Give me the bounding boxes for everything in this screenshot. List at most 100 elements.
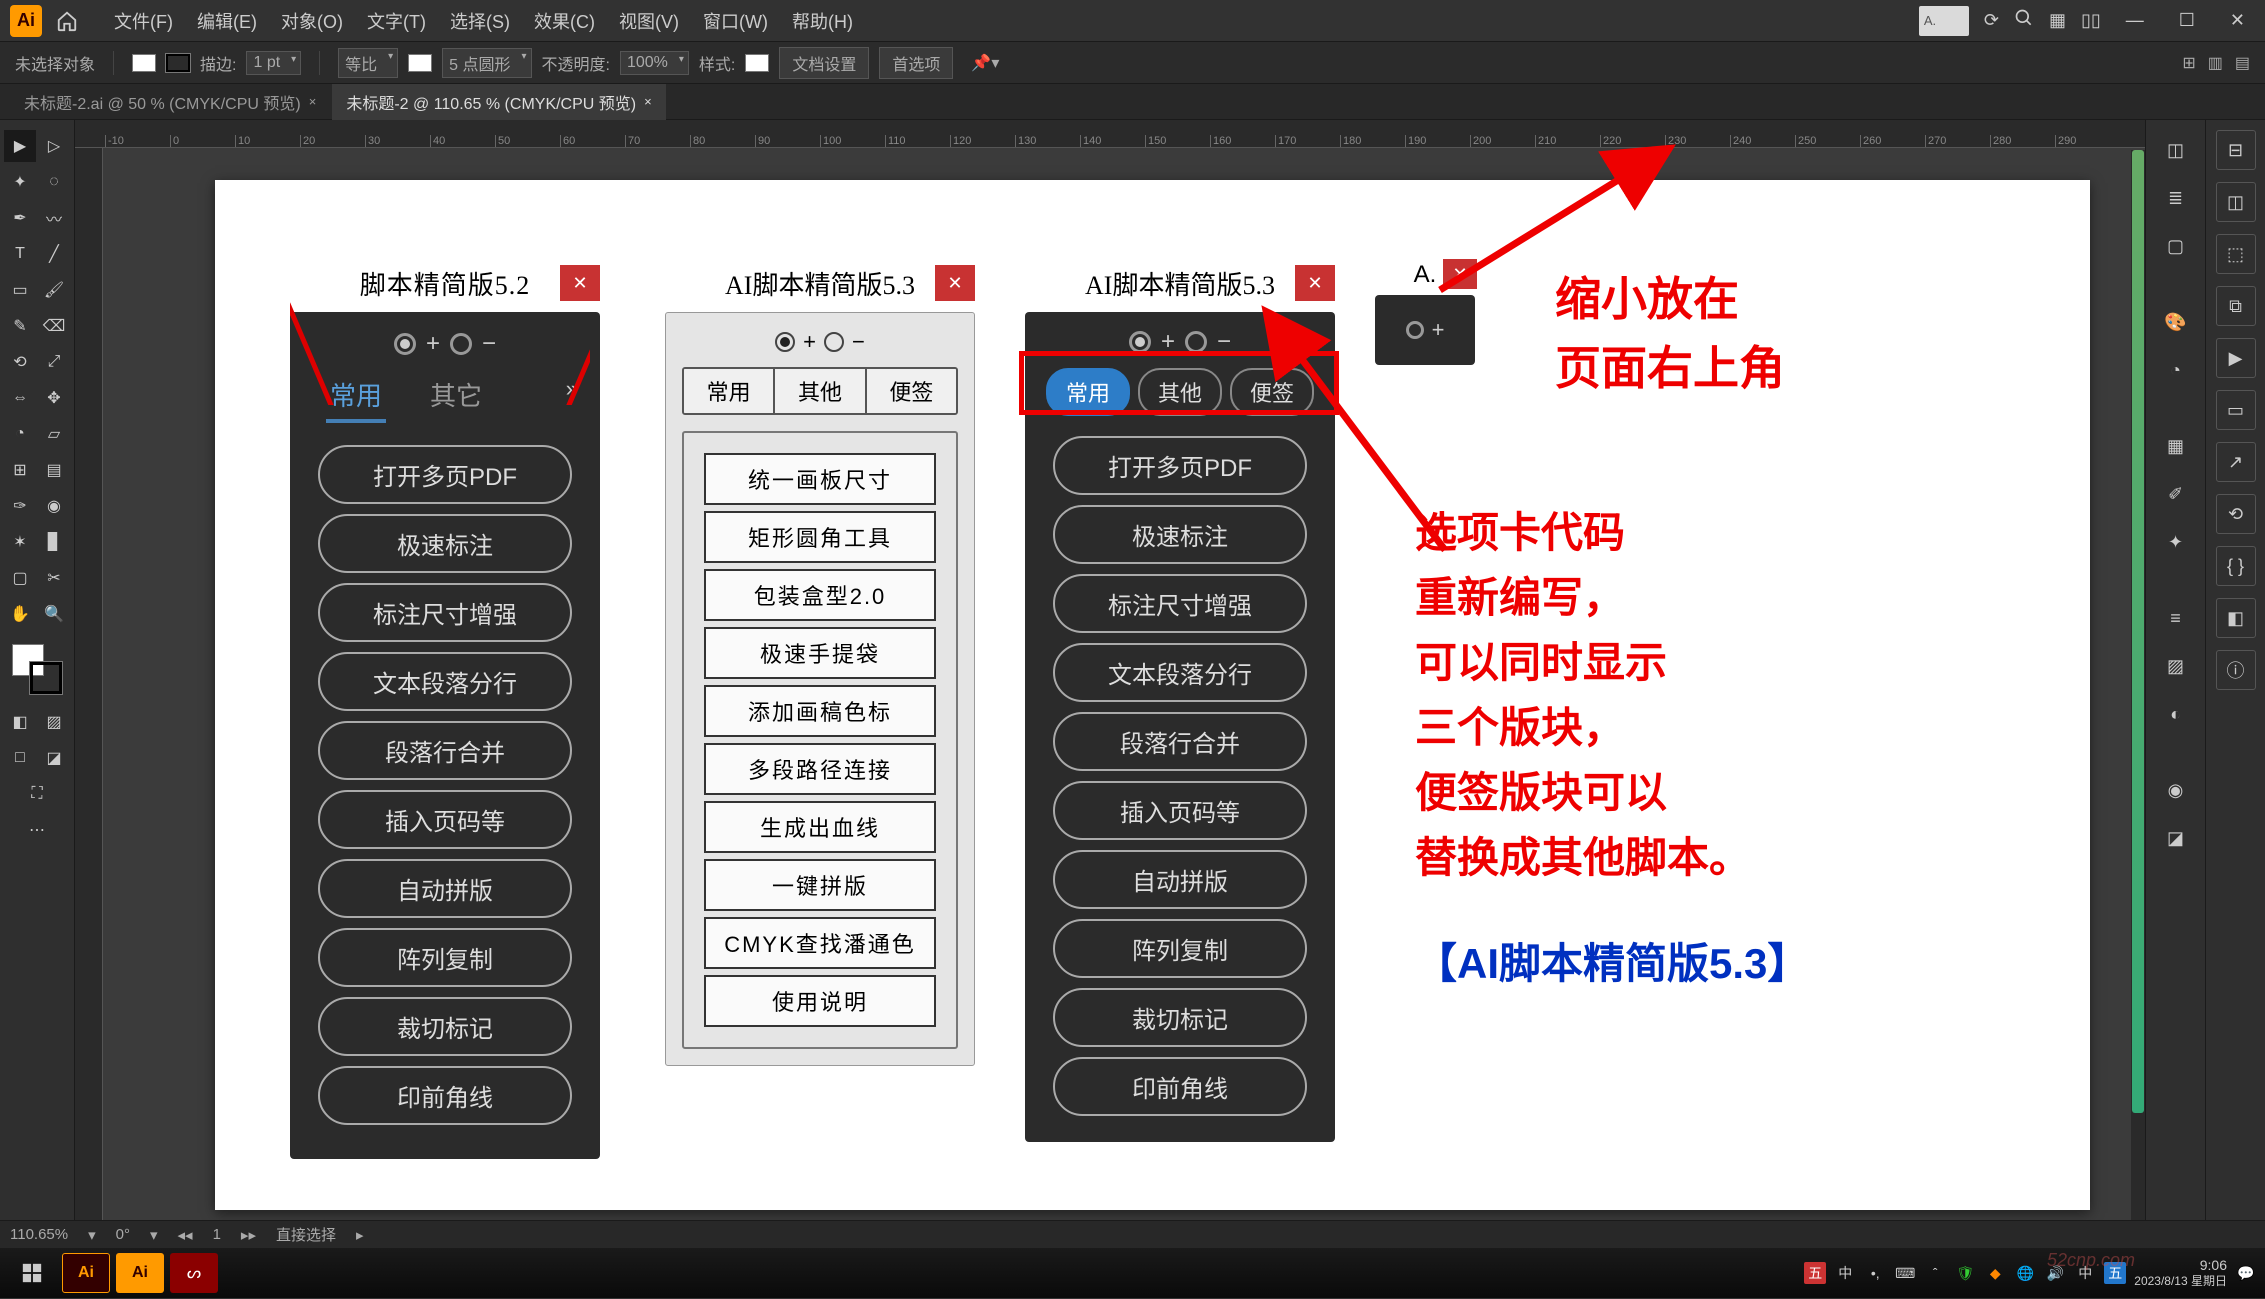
btn-array-copy[interactable]: 阵列复制 bbox=[1053, 919, 1307, 978]
home-icon[interactable] bbox=[52, 6, 82, 36]
btn-crop-marks[interactable]: 裁切标记 bbox=[318, 997, 572, 1056]
panel-toggle-2-icon[interactable]: ▥ bbox=[2208, 53, 2223, 73]
scale-tool[interactable]: ⤢ bbox=[38, 346, 70, 378]
menu-effect[interactable]: 效果(C) bbox=[534, 8, 595, 34]
artboard-nav-prev-icon[interactable]: ◂◂ bbox=[178, 1226, 193, 1244]
btn-one-click-impose[interactable]: 一键拼版 bbox=[704, 859, 936, 911]
tray-network-icon[interactable]: 🌐 bbox=[2014, 1262, 2036, 1284]
width-tool[interactable]: ⇔ bbox=[4, 382, 36, 414]
color-panel-icon[interactable]: 🎨 bbox=[2156, 302, 2196, 342]
magic-wand-tool[interactable]: ✦ bbox=[4, 166, 36, 198]
menu-object[interactable]: 对象(O) bbox=[281, 8, 343, 34]
panel-toggle-1-icon[interactable]: ⊞ bbox=[2182, 53, 2195, 73]
panel-close-button[interactable]: ✕ bbox=[560, 265, 600, 301]
btn-bleed[interactable]: 生成出血线 bbox=[704, 801, 936, 853]
pin-icon[interactable]: 📌▾ bbox=[971, 53, 999, 73]
color-guide-icon[interactable]: ◔ bbox=[2156, 350, 2196, 390]
curvature-tool[interactable]: 〰 bbox=[38, 202, 70, 234]
rotate-tool[interactable]: ⟲ bbox=[4, 346, 36, 378]
zoom-tool[interactable]: 🔍 bbox=[38, 598, 70, 630]
symbols-panel-icon[interactable]: ✦ bbox=[2156, 522, 2196, 562]
stroke-swatch[interactable] bbox=[166, 54, 190, 72]
draw-mode-behind[interactable]: ◪ bbox=[38, 742, 70, 774]
btn-box-model[interactable]: 包装盒型2.0 bbox=[704, 569, 936, 621]
tab-other[interactable]: 其它 bbox=[426, 370, 486, 423]
swatches-panel-icon[interactable]: ▦ bbox=[2156, 426, 2196, 466]
radio-off-icon[interactable] bbox=[824, 332, 844, 352]
tab-common[interactable]: 常用 bbox=[326, 370, 386, 423]
actions-panel-icon[interactable]: ▶ bbox=[2216, 338, 2256, 378]
radio-on-icon[interactable] bbox=[1406, 321, 1424, 339]
btn-help[interactable]: 使用说明 bbox=[704, 975, 936, 1027]
tray-punct-icon[interactable]: •, bbox=[1864, 1262, 1886, 1284]
expand-chevron-icon[interactable]: » bbox=[560, 370, 584, 423]
align-panel-icon[interactable]: ⊟ bbox=[2216, 130, 2256, 170]
menu-type[interactable]: 文字(T) bbox=[367, 8, 426, 34]
mesh-tool[interactable]: ⊞ bbox=[4, 454, 36, 486]
btn-round-rect[interactable]: 矩形圆角工具 bbox=[704, 511, 936, 563]
radio-on-icon[interactable] bbox=[1129, 331, 1151, 353]
taskbar-illustrator-icon[interactable]: Ai bbox=[62, 1253, 110, 1293]
close-icon[interactable]: × bbox=[644, 94, 652, 109]
perspective-tool[interactable]: ▱ bbox=[38, 418, 70, 450]
eraser-tool[interactable]: ⌫ bbox=[38, 310, 70, 342]
btn-bag[interactable]: 极速手提袋 bbox=[704, 627, 936, 679]
doc-tab-1[interactable]: 未标题-2.ai @ 50 % (CMYK/CPU 预览)× bbox=[10, 84, 330, 120]
menu-help[interactable]: 帮助(H) bbox=[792, 8, 853, 34]
cloud-sync-icon[interactable]: ⟳ bbox=[1984, 10, 1999, 31]
rotation[interactable]: 0° bbox=[116, 1226, 130, 1243]
selection-tool[interactable]: ▶ bbox=[4, 130, 36, 162]
search-icon[interactable] bbox=[2014, 8, 2034, 33]
btn-crop-marks[interactable]: 裁切标记 bbox=[1053, 988, 1307, 1047]
stroke-weight-field[interactable]: 1 pt bbox=[246, 51, 301, 75]
gradient-tool[interactable]: ▤ bbox=[38, 454, 70, 486]
btn-open-pdf[interactable]: 打开多页PDF bbox=[1053, 436, 1307, 495]
menu-edit[interactable]: 编辑(E) bbox=[197, 8, 257, 34]
radio-on-icon[interactable] bbox=[394, 333, 416, 355]
menu-select[interactable]: 选择(S) bbox=[450, 8, 510, 34]
screen-mode-icon[interactable]: ⛶ bbox=[4, 778, 70, 810]
artboard-tool[interactable]: ▢ bbox=[4, 562, 36, 594]
shaper-tool[interactable]: ✎ bbox=[4, 310, 36, 342]
transparency-panel-icon[interactable]: ◐ bbox=[2156, 694, 2196, 734]
btn-text-split[interactable]: 文本段落分行 bbox=[318, 652, 572, 711]
radio-on-icon[interactable] bbox=[775, 332, 795, 352]
btn-text-split[interactable]: 文本段落分行 bbox=[1053, 643, 1307, 702]
btn-fast-annotate[interactable]: 极速标注 bbox=[1053, 505, 1307, 564]
tab-other[interactable]: 其他 bbox=[775, 369, 866, 413]
eyedropper-tool[interactable]: ✑ bbox=[4, 490, 36, 522]
fill-swatch[interactable] bbox=[132, 54, 156, 72]
opacity-field[interactable]: 100% bbox=[620, 51, 689, 75]
history-panel-icon[interactable]: ⟲ bbox=[2216, 494, 2256, 534]
panel-close-button[interactable]: ✕ bbox=[935, 265, 975, 301]
zoom-level[interactable]: 110.65% bbox=[10, 1226, 68, 1243]
slice-tool[interactable]: ✂ bbox=[38, 562, 70, 594]
taskbar-clock[interactable]: 9:06 2023/8/13 星期日 bbox=[2134, 1257, 2227, 1288]
color-mode-icon[interactable]: ◧ bbox=[4, 706, 36, 738]
symbol-sprayer-tool[interactable]: ✶ bbox=[4, 526, 36, 558]
menu-view[interactable]: 视图(V) bbox=[619, 8, 679, 34]
arrange-docs-icon[interactable]: ▦ bbox=[2049, 10, 2066, 31]
stroke-panel-icon[interactable]: ≡ bbox=[2156, 598, 2196, 638]
btn-cmyk-pantone[interactable]: CMYK查找潘通色 bbox=[704, 917, 936, 969]
type-tool[interactable]: T bbox=[4, 238, 36, 270]
menu-window[interactable]: 窗口(W) bbox=[703, 8, 768, 34]
btn-para-merge[interactable]: 段落行合并 bbox=[1053, 712, 1307, 771]
line-tool[interactable]: ╱ bbox=[38, 238, 70, 270]
tab-common[interactable]: 常用 bbox=[1046, 368, 1130, 416]
canvas[interactable]: -100102030405060708090100110120130140150… bbox=[75, 120, 2145, 1220]
layers-panel-icon[interactable]: ≣ bbox=[2156, 178, 2196, 218]
tray-ime-wubi-icon[interactable]: 五 bbox=[1804, 1262, 1826, 1284]
gradient-panel-icon[interactable]: ▨ bbox=[2156, 646, 2196, 686]
css-panel-icon[interactable]: { } bbox=[2216, 546, 2256, 586]
lasso-tool[interactable]: ◌ bbox=[38, 166, 70, 198]
paintbrush-tool[interactable]: 🖌 bbox=[38, 274, 70, 306]
fill-stroke-swatches[interactable] bbox=[12, 644, 62, 694]
blend-tool[interactable]: ◉ bbox=[38, 490, 70, 522]
direct-selection-tool[interactable]: ▷ bbox=[38, 130, 70, 162]
free-transform-tool[interactable]: ✥ bbox=[38, 382, 70, 414]
hand-tool[interactable]: ✋ bbox=[4, 598, 36, 630]
btn-corner-lines[interactable]: 印前角线 bbox=[318, 1066, 572, 1125]
appearance-panel-icon[interactable]: ◉ bbox=[2156, 770, 2196, 810]
btn-artboard-size[interactable]: 统一画板尺寸 bbox=[704, 453, 936, 505]
